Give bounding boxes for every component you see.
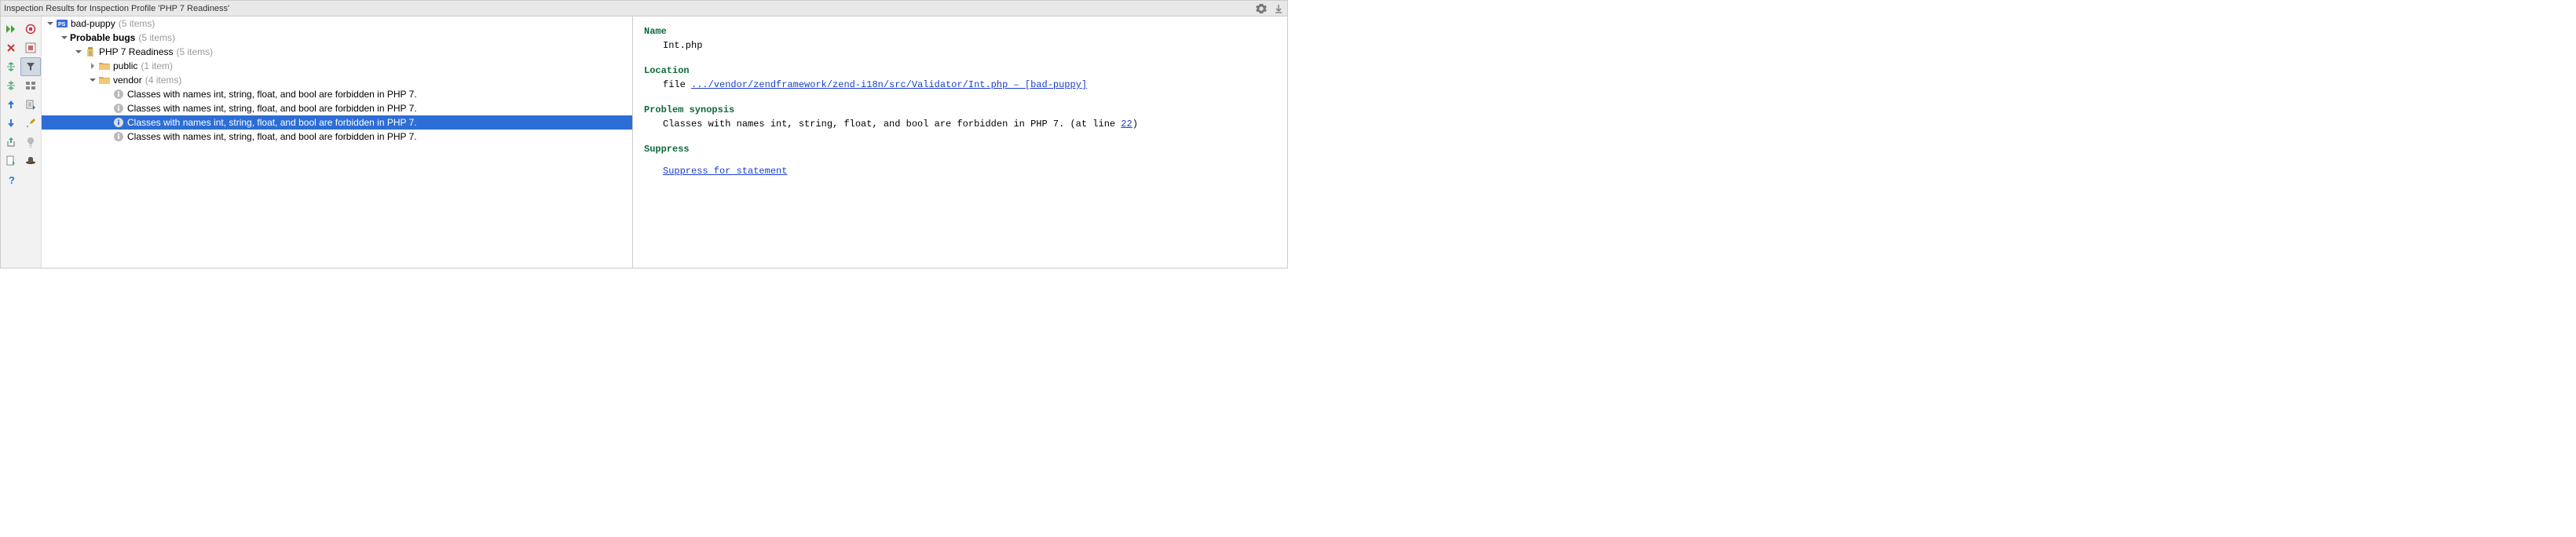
tree-label: PHP 7 Readiness [99, 46, 174, 57]
info-icon [112, 132, 125, 141]
tree-problem-item[interactable]: Classes with names int, string, float, a… [42, 130, 632, 144]
close-icon[interactable] [1, 38, 21, 57]
info-icon [112, 118, 125, 127]
tree-root[interactable]: PS bad-puppy (5 items) [42, 16, 632, 31]
item-count: (5 items) [177, 46, 214, 57]
item-count: (5 items) [138, 32, 175, 43]
info-icon [112, 90, 125, 99]
chevron-down-icon[interactable] [87, 77, 98, 83]
edit-file-icon[interactable] [1, 152, 21, 170]
chevron-down-icon[interactable] [45, 20, 56, 27]
detail-heading: Name [644, 24, 1276, 38]
location-prefix: file [663, 79, 691, 90]
item-count: (5 items) [119, 18, 156, 29]
problem-text: Classes with names int, string, float, a… [127, 89, 417, 100]
detail-heading: Problem synopsis [644, 103, 1276, 117]
autoscroll-icon[interactable] [21, 95, 42, 114]
svg-text:?: ? [9, 174, 15, 185]
group-by-module-icon[interactable] [21, 76, 42, 95]
info-icon [112, 104, 125, 113]
expand-all-icon[interactable] [1, 57, 20, 76]
tree-folder-public[interactable]: public (1 item) [42, 59, 632, 73]
tree-panel[interactable]: PS bad-puppy (5 items) Probable bugs (5 … [42, 16, 633, 268]
folder-icon [98, 62, 111, 71]
gear-icon[interactable] [1256, 3, 1267, 14]
tree-category[interactable]: Probable bugs (5 items) [42, 31, 632, 45]
bulb-icon[interactable] [21, 133, 42, 152]
tree-problem-item[interactable]: Classes with names int, string, float, a… [42, 101, 632, 115]
window-title: Inspection Results for Inspection Profil… [4, 4, 1256, 13]
inspection-icon [84, 46, 97, 57]
problem-text: Classes with names int, string, float, a… [127, 131, 417, 142]
tree-problem-item-selected[interactable]: Classes with names int, string, float, a… [42, 115, 632, 130]
chevron-down-icon[interactable] [73, 49, 84, 55]
tree-label: public [113, 60, 137, 71]
line-link[interactable]: 22 [1121, 119, 1132, 130]
filter-icon[interactable] [20, 57, 41, 76]
synopsis-close: ) [1132, 119, 1138, 130]
detail-location: Location file .../vendor/zendframework/z… [644, 64, 1276, 92]
location-link[interactable]: .../vendor/zendframework/zend-i18n/src/V… [691, 79, 1087, 90]
synopsis-body: Classes with names int, string, float, a… [663, 119, 1121, 130]
project-icon: PS [56, 19, 68, 28]
folder-icon [98, 76, 111, 85]
titlebar-actions [1256, 3, 1284, 14]
tree-label: vendor [113, 75, 142, 86]
synopsis-text: Classes with names int, string, float, a… [644, 117, 1276, 131]
detail-name: Name Int.php [644, 24, 1276, 53]
tree-problem-item[interactable]: Classes with names int, string, float, a… [42, 87, 632, 101]
tree-folder-vendor[interactable]: vendor (4 items) [42, 73, 632, 87]
chevron-right-icon[interactable] [87, 63, 98, 69]
chevron-down-icon[interactable] [59, 35, 70, 41]
detail-suppress: Suppress Suppress for statement [644, 142, 1276, 178]
content: ? PS bad-puppy (5 items) Probable bugs (… [1, 16, 1287, 268]
export-icon[interactable] [1, 133, 21, 152]
previous-icon[interactable] [1, 95, 21, 114]
help-icon[interactable]: ? [1, 170, 21, 189]
filter-square-icon[interactable] [21, 38, 42, 57]
stop-icon[interactable] [21, 20, 42, 38]
minimize-icon[interactable] [1273, 3, 1284, 14]
item-count: (1 item) [141, 60, 173, 71]
empty-cell [21, 170, 42, 189]
svg-text:PS: PS [58, 22, 66, 27]
detail-panel: Name Int.php Location file .../vendor/ze… [633, 16, 1287, 268]
item-count: (4 items) [145, 75, 182, 86]
detail-heading: Suppress [644, 142, 1276, 156]
tree-label: Probable bugs [70, 32, 135, 43]
detail-synopsis: Problem synopsis Classes with names int,… [644, 103, 1276, 131]
tree-label: bad-puppy [71, 18, 115, 29]
problem-text: Classes with names int, string, float, a… [127, 117, 417, 128]
suppress-link[interactable]: Suppress for statement [663, 166, 787, 177]
titlebar: Inspection Results for Inspection Profil… [1, 1, 1287, 16]
rerun-icon[interactable] [1, 20, 21, 38]
left-toolbar: ? [1, 16, 42, 268]
detail-location-value: file .../vendor/zendframework/zend-i18n/… [644, 78, 1276, 92]
detail-name-value: Int.php [644, 38, 1276, 53]
fedora-icon[interactable] [21, 152, 42, 170]
detail-heading: Location [644, 64, 1276, 78]
problem-text: Classes with names int, string, float, a… [127, 103, 417, 114]
tree-inspection[interactable]: PHP 7 Readiness (5 items) [42, 45, 632, 59]
settings-icon[interactable] [21, 114, 42, 133]
suppress-actions: Suppress for statement [644, 164, 1276, 178]
next-icon[interactable] [1, 114, 21, 133]
collapse-all-icon[interactable] [1, 76, 21, 95]
inspection-window: Inspection Results for Inspection Profil… [0, 0, 1288, 268]
